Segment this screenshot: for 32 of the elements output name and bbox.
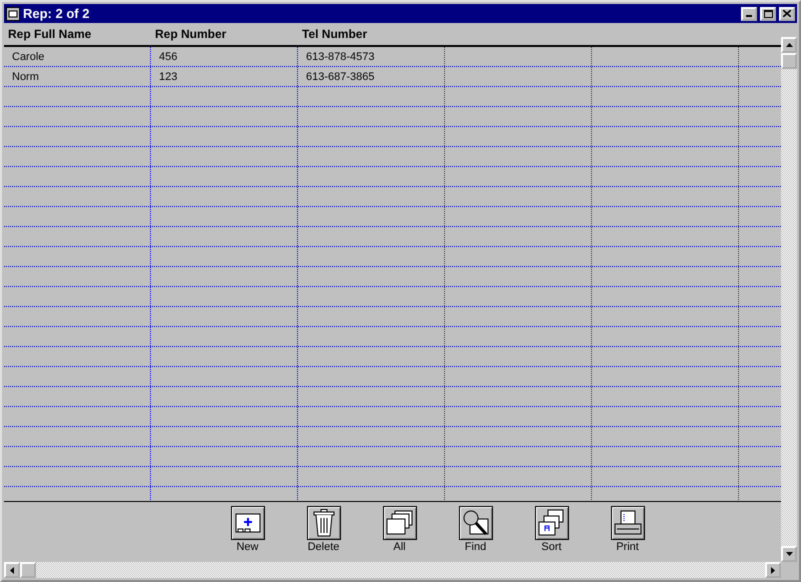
down-arrow-icon	[786, 552, 792, 556]
table-cell: 613-878-4573	[298, 47, 445, 66]
scroll-down-button[interactable]	[781, 546, 797, 562]
scroll-up-button[interactable]	[781, 37, 797, 53]
scroll-right-button[interactable]	[765, 562, 781, 578]
column-header: Tel Number	[301, 27, 368, 41]
close-button[interactable]	[779, 6, 795, 20]
printer-icon	[612, 510, 642, 536]
magnifier-card-icon	[462, 509, 490, 537]
scroll-thumb[interactable]	[20, 562, 36, 578]
trash-can-icon	[312, 509, 334, 537]
column-header: Rep Number	[154, 27, 228, 41]
maximize-icon	[764, 10, 772, 18]
card-plus-icon	[234, 512, 260, 534]
right-arrow-icon	[771, 566, 775, 574]
sorted-cards-icon	[538, 509, 566, 537]
up-arrow-icon	[786, 43, 792, 47]
maximize-button[interactable]	[760, 6, 776, 20]
card-stack-icon	[386, 510, 414, 536]
table-cell: Norm	[4, 67, 151, 86]
minimize-button[interactable]	[741, 6, 757, 20]
scroll-left-button[interactable]	[4, 562, 20, 578]
close-icon	[783, 10, 791, 17]
left-arrow-icon	[10, 566, 14, 574]
table-cell: 613-687-3865	[298, 67, 445, 86]
app-icon	[6, 6, 20, 20]
column-header: Rep Full Name	[7, 27, 92, 41]
window-title: Rep: 2 of 2	[23, 6, 90, 21]
scroll-thumb[interactable]	[781, 53, 797, 69]
table-cell: 123	[151, 67, 298, 86]
table-cell: 456	[151, 47, 298, 66]
table-cell: Carole	[4, 47, 151, 66]
